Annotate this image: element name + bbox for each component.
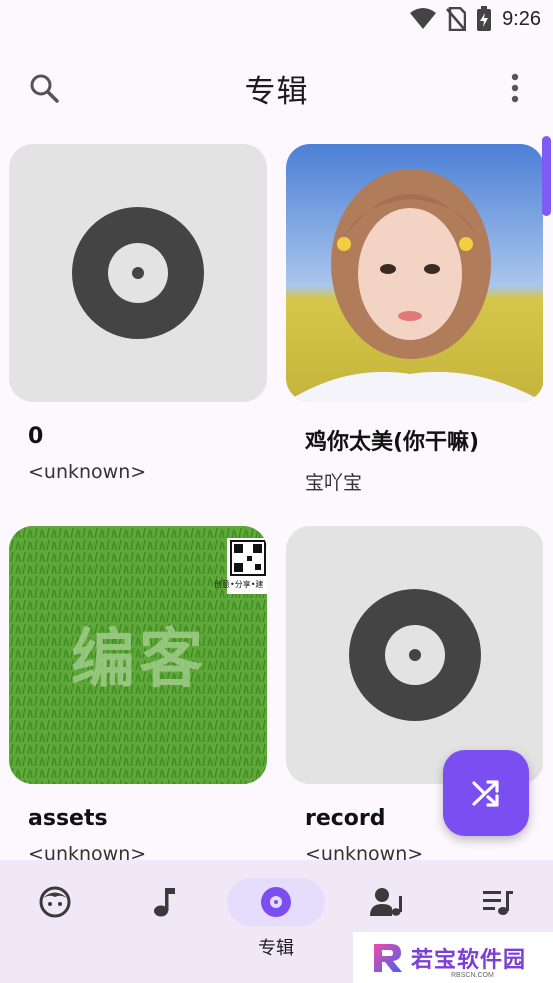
qr-caption: 创意•分享•建: [214, 580, 264, 589]
shuffle-button[interactable]: [443, 750, 529, 836]
album-title: 鸡你太美(你干嘛): [305, 430, 480, 455]
watermark-logo: 若宝软件园 RBSCN.COM: [353, 932, 553, 983]
album-cover: 创意•分享•建 编客: [9, 526, 267, 784]
nav-item-songs[interactable]: [110, 878, 220, 968]
more-vert-icon: [511, 73, 519, 103]
music-note-icon: [154, 888, 175, 917]
album-card[interactable]: 鸡你太美(你干嘛) 宝吖宝: [286, 144, 543, 495]
disc-icon: [72, 207, 204, 339]
status-bar: 9:26: [0, 0, 553, 38]
scrollbar-thumb[interactable]: [542, 136, 551, 216]
face-icon: [39, 886, 71, 918]
nav-label-albums: 专辑: [258, 938, 294, 959]
page-title: 专辑: [244, 74, 309, 110]
album-card[interactable]: 创意•分享•建 编客 assets <unknown>: [9, 526, 267, 860]
album-cover: [286, 526, 543, 784]
artist-icon: [370, 888, 402, 916]
album-cover: [286, 144, 543, 402]
wifi-icon: [410, 8, 437, 30]
album-artist: <unknown>: [28, 843, 147, 860]
r-logo-icon: [374, 943, 402, 972]
nav-item-albums[interactable]: 专辑: [221, 878, 331, 968]
nav-item-for-you[interactable]: [0, 878, 110, 968]
watermark-text: 若宝软件园: [411, 947, 527, 973]
album-cover: [9, 144, 267, 402]
watermark-sub: RBSCN.COM: [451, 972, 494, 979]
album-artist: 宝吖宝: [305, 472, 363, 494]
no-sim-icon: [446, 7, 467, 31]
album-title: 0: [28, 424, 44, 449]
app-bar: 专辑: [0, 58, 553, 118]
album-title: assets: [28, 806, 108, 831]
album-card[interactable]: 0 <unknown>: [9, 144, 267, 483]
clock: 9:26: [502, 7, 541, 30]
cover-text: 编客: [71, 623, 207, 697]
album-artist: <unknown>: [305, 843, 424, 860]
battery-charging-icon: [476, 6, 492, 32]
album-icon: [261, 887, 291, 917]
more-options-button[interactable]: [495, 68, 535, 108]
portrait-photo: [286, 144, 543, 402]
playlist-icon: [483, 891, 513, 915]
shuffle-icon: [472, 780, 499, 807]
album-artist: <unknown>: [28, 461, 147, 483]
disc-icon: [349, 589, 481, 721]
